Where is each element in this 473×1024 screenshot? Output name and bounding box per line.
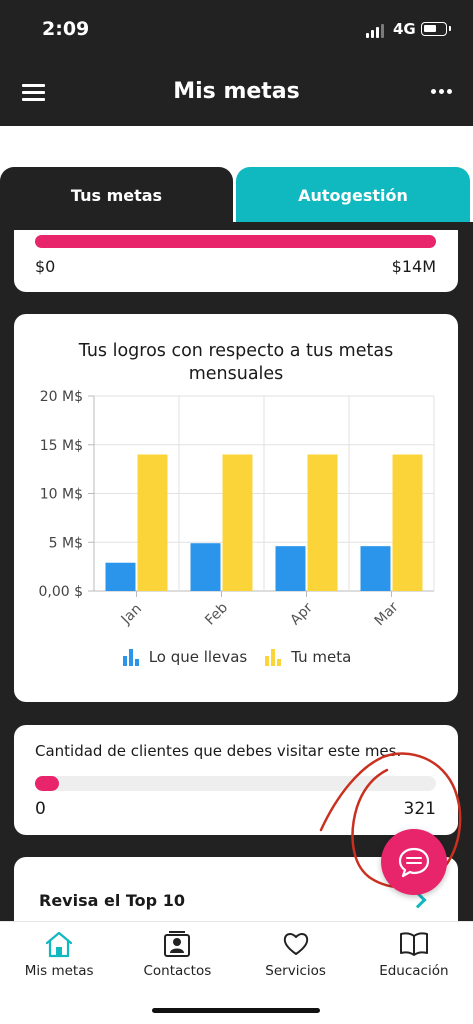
legend-label: Tu meta <box>291 648 352 666</box>
nav-item-servicios[interactable]: Servicios <box>237 922 355 983</box>
bar-tu-meta <box>137 454 168 591</box>
bar-tu-meta <box>392 454 423 591</box>
legend-item-tu-meta[interactable]: Tu meta <box>263 648 351 666</box>
top10-title: Revisa el Top 10 <box>39 891 185 910</box>
nav-label: Contactos <box>143 963 212 979</box>
app-bar: Mis metas <box>0 60 473 126</box>
x-tick-label: Apr <box>287 600 316 629</box>
y-tick-label: 0,00 $ <box>38 584 83 600</box>
monthly-goals-chart-card: Tus logros con respecto a tus metas mens… <box>14 314 458 702</box>
x-tick-label: Mar <box>372 599 402 629</box>
goal-progress-bar <box>35 235 436 248</box>
nav-item-educacion[interactable]: Educación <box>355 922 473 983</box>
goal-min-label: $0 <box>35 257 56 276</box>
client-visits-card: Cantidad de clientes que debes visitar e… <box>14 725 458 835</box>
visits-progress-fill <box>35 776 60 791</box>
status-bar: 2:09 4G <box>0 0 473 60</box>
chart-legend: Lo que llevas Tu meta <box>14 648 458 666</box>
visits-title: Cantidad de clientes que debes visitar e… <box>35 742 402 760</box>
heart-icon <box>283 933 308 955</box>
visits-min-label: 0 <box>35 799 46 819</box>
goal-progress-card: $0 $14M <box>14 230 458 292</box>
visits-progress-bar <box>35 776 436 791</box>
book-icon <box>399 932 428 956</box>
bar-lo-que-llevas <box>275 546 306 591</box>
page-title: Mis metas <box>173 79 300 104</box>
chat-fab-button[interactable] <box>381 829 447 895</box>
contacts-icon <box>164 931 191 957</box>
bar-tu-meta <box>222 454 253 591</box>
more-dots-icon[interactable] <box>431 89 453 95</box>
bar-chart-icon <box>121 648 141 666</box>
status-time: 2:09 <box>42 18 90 40</box>
y-tick-label: 15 M$ <box>40 438 83 454</box>
nav-label: Educación <box>379 963 449 979</box>
bar-lo-que-llevas <box>360 546 391 591</box>
chart-title: Tus logros con respecto a tus metas mens… <box>78 341 394 384</box>
bottom-navigation: Mis metas Contactos Servicios Educación <box>0 921 473 983</box>
bar-chart: 0,00 $ 5 M$ 10 M$ 15 M$ 20 M$ Jan Feb Apr Mar <box>38 389 435 629</box>
signal-icon <box>366 24 386 38</box>
nav-item-contactos[interactable]: Contactos <box>118 922 236 983</box>
network-type: 4G <box>393 20 416 38</box>
y-tick-label: 10 M$ <box>40 487 83 503</box>
home-icon <box>46 931 73 958</box>
legend-label: Lo que llevas <box>148 648 248 666</box>
home-indicator <box>152 1008 320 1013</box>
nav-label: Servicios <box>265 963 326 979</box>
bar-chart-icon <box>263 648 283 666</box>
chat-bubble-icon <box>398 847 430 878</box>
x-tick-label: Feb <box>202 600 231 629</box>
legend-item-lo-que-llevas[interactable]: Lo que llevas <box>121 648 248 666</box>
tab-autogestion[interactable]: Autogestión <box>236 167 470 223</box>
battery-icon <box>421 22 451 36</box>
visits-max-label: 321 <box>403 799 436 819</box>
bar-lo-que-llevas <box>190 543 221 591</box>
tab-tus-metas[interactable]: Tus metas <box>0 167 233 223</box>
nav-item-mis-metas[interactable]: Mis metas <box>0 922 118 983</box>
y-tick-label: 20 M$ <box>40 389 83 405</box>
nav-label: Mis metas <box>24 963 94 979</box>
bar-tu-meta <box>307 454 338 591</box>
x-tick-label: Jan <box>118 601 145 628</box>
bar-lo-que-llevas <box>105 562 136 591</box>
goal-max-label: $14M <box>391 257 436 276</box>
y-tick-label: 5 M$ <box>49 535 83 551</box>
